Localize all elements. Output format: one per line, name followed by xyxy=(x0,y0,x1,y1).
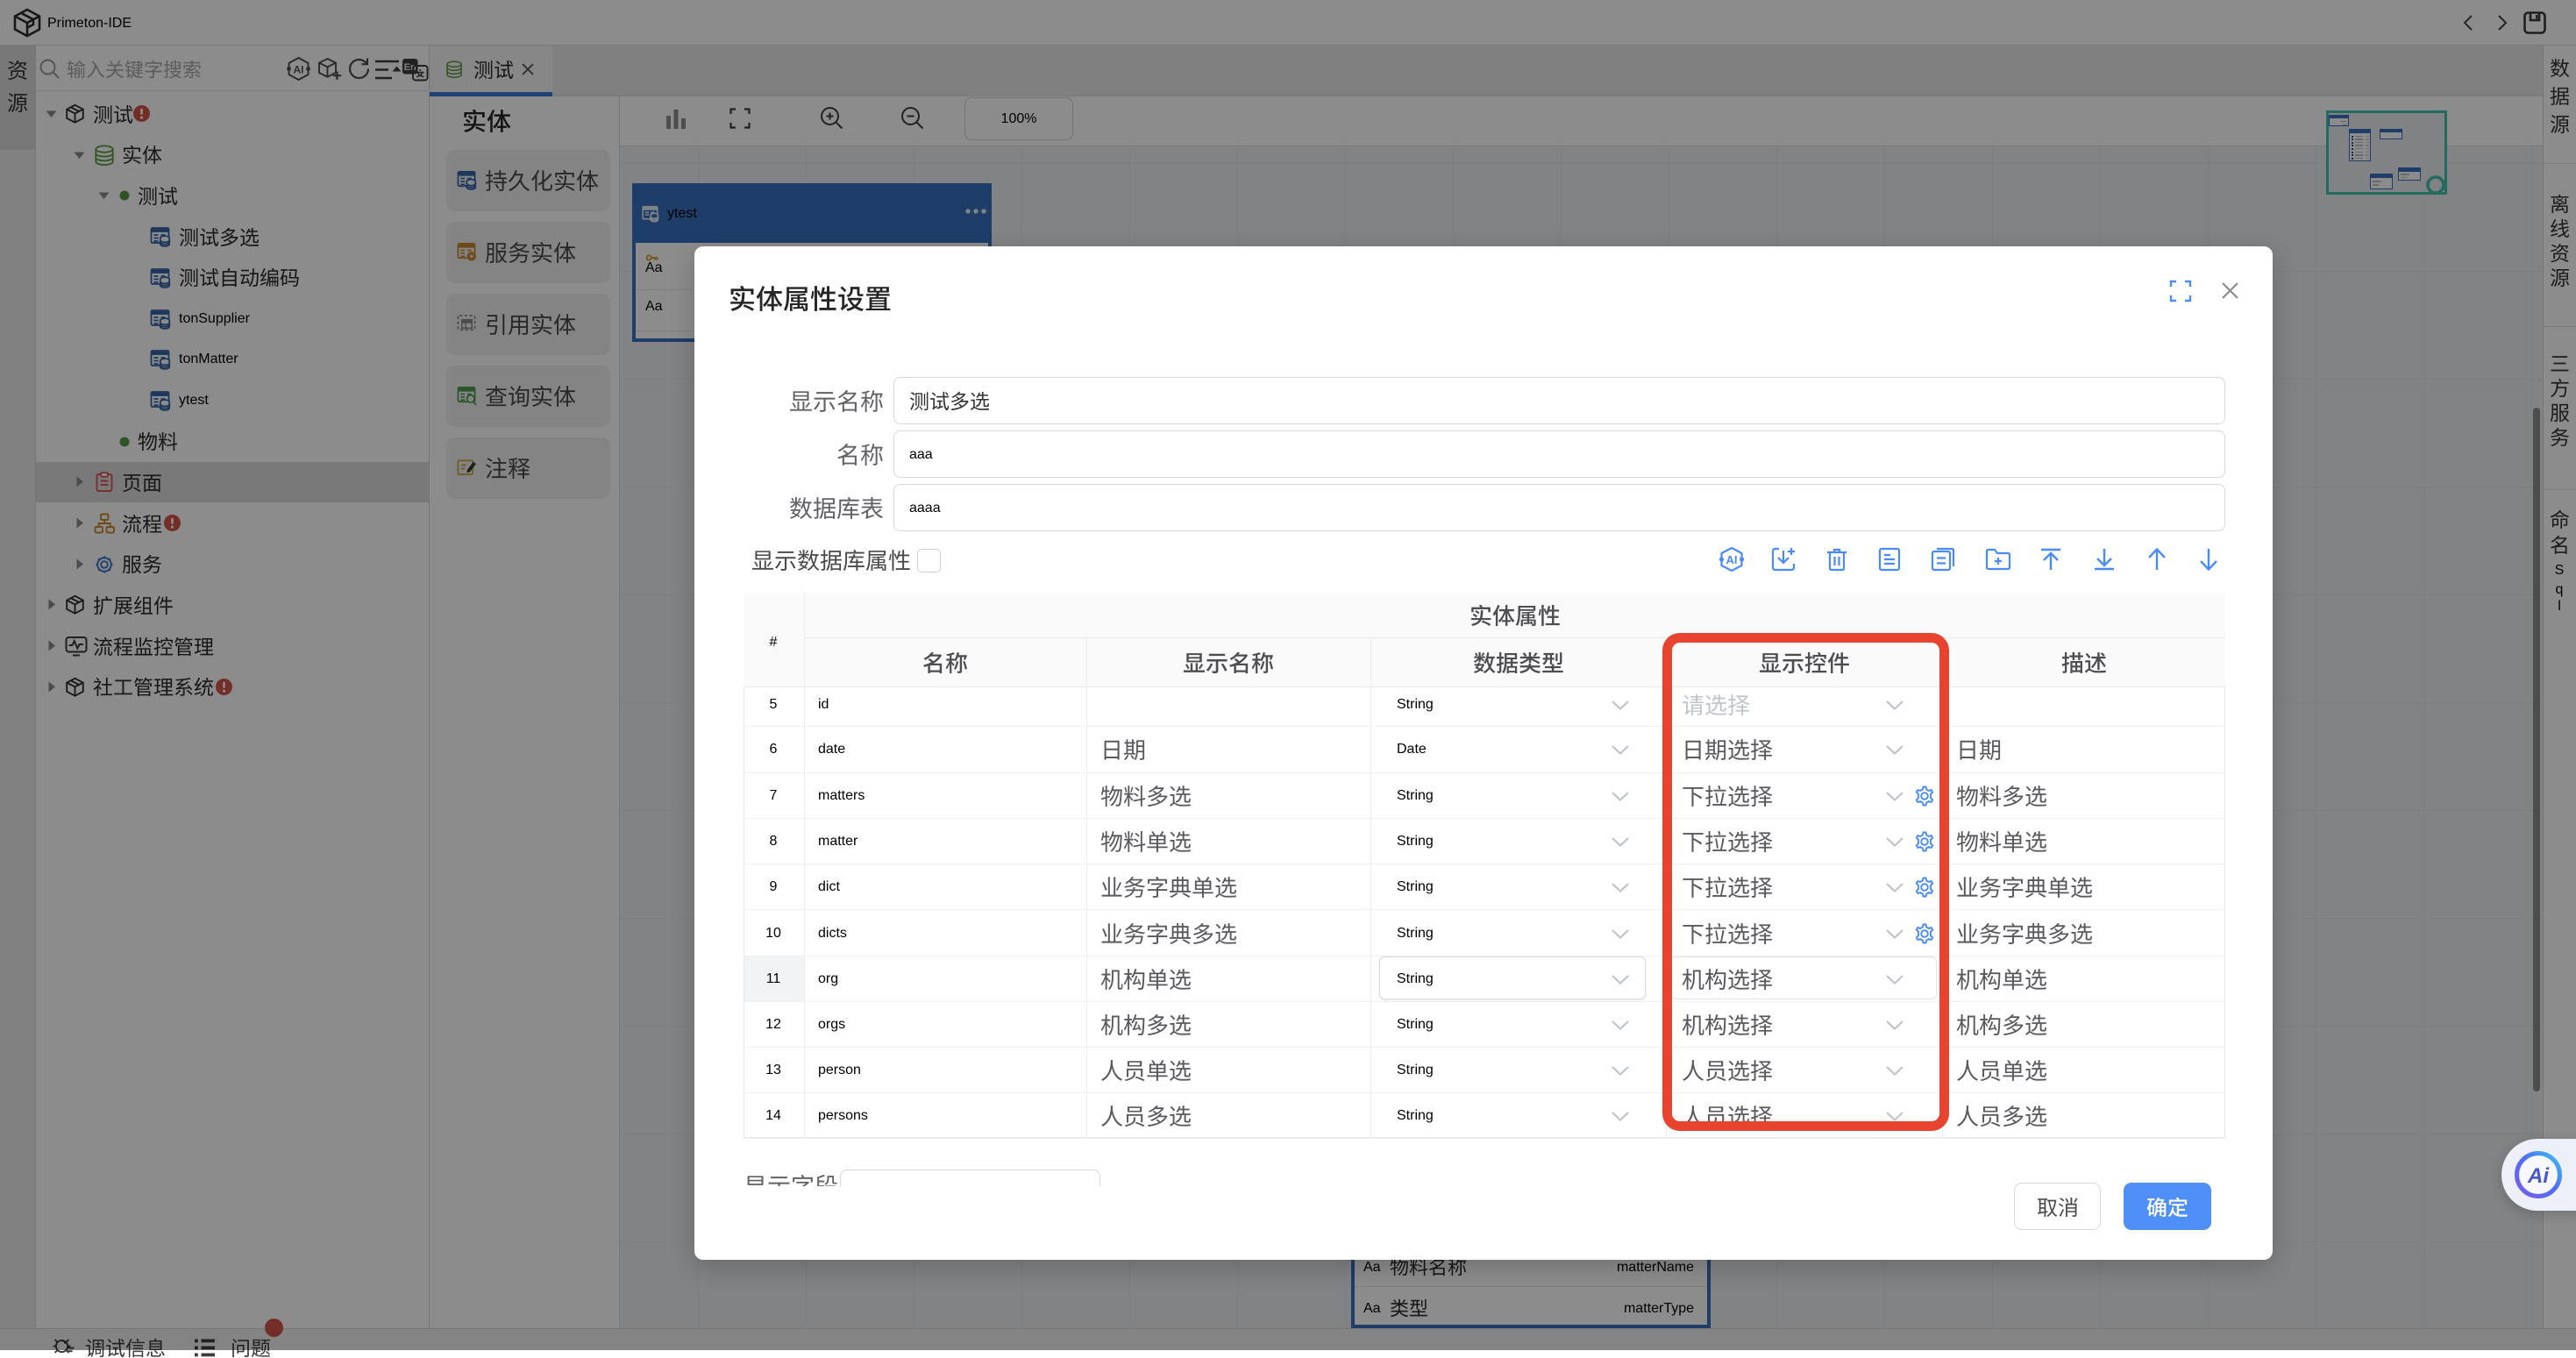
svg-text:AI: AI xyxy=(1726,553,1738,566)
svg-text:Ai: Ai xyxy=(2527,1164,2550,1188)
